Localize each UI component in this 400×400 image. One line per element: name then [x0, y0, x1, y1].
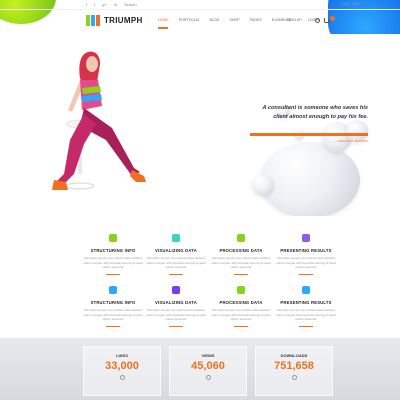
- cart-badge: [330, 16, 335, 21]
- sign-up-link[interactable]: SIGN UP: [287, 18, 302, 22]
- googleplus-icon[interactable]: g+: [102, 2, 107, 8]
- feature-desc: Nam liber tempor cum soluta nobis eleife…: [276, 308, 336, 322]
- eye-icon: [205, 375, 211, 380]
- site-logo[interactable]: TRIUMPH: [86, 15, 143, 26]
- structuring-icon: [109, 234, 117, 242]
- feature-title: Structuring Info: [90, 248, 136, 253]
- presenting-icon: [302, 234, 310, 242]
- feature-title: Structuring Info: [90, 300, 136, 305]
- feature-title: Presenting Results: [280, 248, 332, 253]
- feature-divider: [106, 325, 120, 327]
- social-links: f t g+ in Search: [86, 2, 137, 8]
- feature-desc: Nam liber tempor cum soluta nobis eleife…: [146, 308, 206, 322]
- feature-desc: Nam liber tempor cum soluta nobis eleife…: [276, 256, 336, 270]
- feature-title: Visualizing Data: [155, 248, 197, 253]
- feature-desc: Nam liber tempor cum soluta nobis eleife…: [83, 308, 143, 322]
- feature-card: Visualizing Data Nam liber tempor cum so…: [146, 286, 206, 327]
- feature-divider: [106, 273, 120, 275]
- facebook-icon[interactable]: f: [86, 2, 87, 8]
- feature-desc: Nam liber tempor cum soluta nobis eleife…: [146, 256, 206, 270]
- stat-label: VIEWS: [201, 353, 215, 358]
- feature-card: Presenting Results Nam liber tempor cum …: [276, 234, 336, 275]
- visualizing-icon: [172, 234, 180, 242]
- stat-value: 33,000: [105, 360, 139, 372]
- feature-desc: Nam liber tempor cum soluta nobis eleife…: [211, 308, 271, 322]
- hero-quote: A consultant is someone who saves his cl…: [250, 104, 368, 143]
- quote-text: A consultant is someone who saves his cl…: [262, 105, 368, 120]
- top-right-links: USD ENG: [342, 2, 360, 6]
- feature-title: Visualizing Data: [155, 300, 197, 305]
- nav-home[interactable]: HOME: [158, 18, 169, 22]
- nav-blog[interactable]: BLOG: [209, 18, 219, 22]
- feature-title: Presenting Results: [280, 300, 332, 305]
- feature-title: Processing Data: [219, 300, 263, 305]
- model-photo: [52, 51, 146, 190]
- heart-icon: [119, 375, 125, 380]
- main-nav: HOME PORTFOLIO BLOG SHOP PAGES ELEMENTS: [158, 18, 291, 22]
- nav-portfolio[interactable]: PORTFOLIO: [179, 18, 200, 22]
- feature-title: Processing Data: [219, 248, 263, 253]
- download-icon: [291, 375, 297, 380]
- feature-card: Processing Data Nam liber tempor cum sol…: [211, 234, 271, 275]
- stat-value: 751,658: [274, 360, 314, 372]
- top-bar: f t g+ in Search USD ENG: [0, 0, 400, 10]
- feature-divider: [169, 325, 183, 327]
- feature-card: Processing Data Nam liber tempor cum sol…: [211, 286, 271, 327]
- processing-icon: [237, 234, 245, 242]
- stat-label: DOWNLOADS: [280, 353, 308, 358]
- feature-divider: [234, 273, 248, 275]
- structuring-icon: [109, 286, 117, 294]
- feature-card: Presenting Results Nam liber tempor cum …: [276, 286, 336, 327]
- stats-section: LIKES 33,000 VIEWS 45,060 DOWNLOADS 751,…: [0, 338, 400, 400]
- linkedin-icon[interactable]: in: [114, 2, 117, 8]
- feature-divider: [234, 325, 248, 327]
- stat-card-views: VIEWS 45,060: [169, 346, 247, 396]
- feature-card: Structuring Info Nam liber tempor cum so…: [83, 234, 143, 275]
- hero-section: A consultant is someone who saves his cl…: [0, 34, 400, 216]
- search-icon[interactable]: [315, 18, 320, 23]
- active-nav-indicator: [158, 27, 168, 29]
- site-header: TRIUMPH HOME PORTFOLIO BLOG SHOP PAGES E…: [0, 10, 400, 32]
- twitter-icon[interactable]: t: [94, 2, 95, 8]
- feature-divider: [299, 273, 313, 275]
- language-selector[interactable]: ENG: [352, 2, 360, 6]
- quote-author: — ARNOLD H. GLASOW: [333, 139, 368, 143]
- presenting-icon: [302, 286, 310, 294]
- logo-mark-icon: [86, 15, 102, 26]
- top-search-link[interactable]: Search: [124, 2, 137, 8]
- nav-shop[interactable]: SHOP: [229, 18, 239, 22]
- feature-desc: Nam liber tempor cum soluta nobis eleife…: [83, 256, 143, 270]
- logo-text: TRIUMPH: [104, 16, 143, 25]
- feature-divider: [299, 325, 313, 327]
- feature-desc: Nam liber tempor cum soluta nobis eleife…: [211, 256, 271, 270]
- visualizing-icon: [172, 286, 180, 294]
- feature-divider: [169, 273, 183, 275]
- currency-selector[interactable]: USD: [342, 2, 349, 6]
- processing-icon: [237, 286, 245, 294]
- feature-card: Structuring Info Nam liber tempor cum so…: [83, 286, 143, 327]
- stat-card-downloads: DOWNLOADS 751,658: [255, 346, 333, 396]
- feature-card: Visualizing Data Nam liber tempor cum so…: [146, 234, 206, 275]
- stat-card-likes: LIKES 33,000: [83, 346, 161, 396]
- quote-accent-bar: [250, 133, 368, 136]
- bubble-decoration: [250, 104, 370, 216]
- nav-pages[interactable]: PAGES: [250, 18, 262, 22]
- stat-value: 45,060: [191, 360, 225, 372]
- stat-label: LIKES: [116, 353, 128, 358]
